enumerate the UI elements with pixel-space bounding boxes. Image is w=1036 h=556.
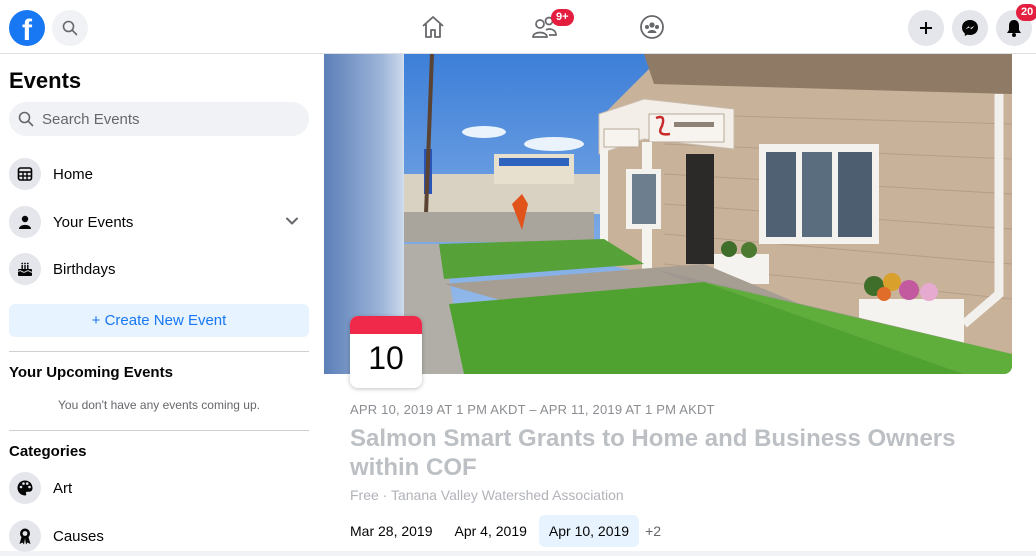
sidebar-item-label: Causes [53, 527, 104, 545]
sidebar-item-label: Birthdays [53, 260, 116, 278]
person-icon [19, 215, 31, 229]
notifications-badge: 20 [1016, 4, 1036, 21]
cake-icon-wrap [9, 253, 41, 285]
cover-photo-illustration [404, 54, 1012, 374]
search-icon [62, 20, 78, 36]
ribbon-icon-wrap [9, 520, 41, 552]
divider [9, 351, 309, 352]
cake-icon [17, 262, 33, 276]
chevron-down-icon[interactable] [285, 214, 299, 228]
groups-nav-button[interactable] [637, 12, 667, 42]
top-navigation-bar: f 9+ 20 [0, 0, 1036, 54]
sidebar-item-your-events[interactable]: Your Events [9, 202, 309, 242]
events-sidebar: Events Home Your Events Birthdays + Crea… [0, 54, 324, 552]
sidebar-item-home[interactable]: Home [9, 154, 309, 194]
home-nav-button[interactable] [418, 12, 448, 42]
create-new-event-button[interactable]: + Create New Event [9, 304, 309, 337]
friends-badge: 9+ [551, 9, 574, 26]
person-icon-wrap [9, 206, 41, 238]
ribbon-icon [19, 528, 31, 545]
palette-icon [17, 480, 33, 496]
facebook-logo[interactable]: f [9, 10, 45, 46]
plus-icon [920, 22, 932, 34]
sidebar-category-art[interactable]: Art [9, 468, 309, 508]
date-card-header [350, 316, 422, 334]
sidebar-category-causes[interactable]: Causes [9, 516, 309, 556]
more-dates-link[interactable]: +2 [645, 523, 661, 539]
search-icon [18, 111, 34, 127]
groups-icon [640, 15, 664, 39]
event-main-panel: 10 APR 10, 2019 AT 1 PM AKDT – APR 11, 2… [324, 54, 1036, 551]
palette-icon-wrap [9, 472, 41, 504]
event-dates-row: Mar 28, 2019 Apr 4, 2019 Apr 10, 2019 +2 [350, 515, 661, 547]
sidebar-title: Events [9, 68, 82, 93]
sidebar-item-label: Your Events [53, 213, 134, 231]
sidebar-item-birthdays[interactable]: Birthdays [9, 249, 309, 289]
event-date-option-selected[interactable]: Apr 10, 2019 [538, 515, 640, 547]
event-cover [324, 54, 1036, 374]
event-meta: Free · Tanana Valley Watershed Associati… [350, 487, 624, 503]
bell-icon [1007, 20, 1021, 37]
event-cover-photo[interactable] [404, 54, 1012, 374]
event-date-option[interactable]: Mar 28, 2019 [350, 515, 443, 547]
search-events-box[interactable] [9, 102, 309, 136]
event-date-option[interactable]: Apr 4, 2019 [445, 515, 537, 547]
categories-heading: Categories [9, 443, 87, 460]
upcoming-events-empty-message: You don't have any events coming up. [58, 398, 260, 412]
calendar-icon-wrap [9, 158, 41, 190]
divider [9, 430, 309, 431]
upcoming-events-heading: Your Upcoming Events [9, 364, 173, 381]
event-date-card: 10 [350, 316, 422, 388]
sidebar-item-label: Home [53, 165, 94, 183]
search-events-input[interactable] [40, 109, 284, 129]
event-date-day: 10 [368, 340, 404, 376]
home-icon [422, 16, 444, 38]
messenger-icon [962, 20, 978, 36]
calendar-icon [17, 167, 33, 181]
search-button[interactable] [52, 10, 88, 46]
messenger-button[interactable] [952, 10, 988, 46]
event-datetime: APR 10, 2019 AT 1 PM AKDT – APR 11, 2019… [350, 402, 715, 417]
create-button[interactable] [908, 10, 944, 46]
event-title: Salmon Smart Grants to Home and Business… [350, 425, 956, 481]
sidebar-item-label: Art [53, 479, 73, 497]
